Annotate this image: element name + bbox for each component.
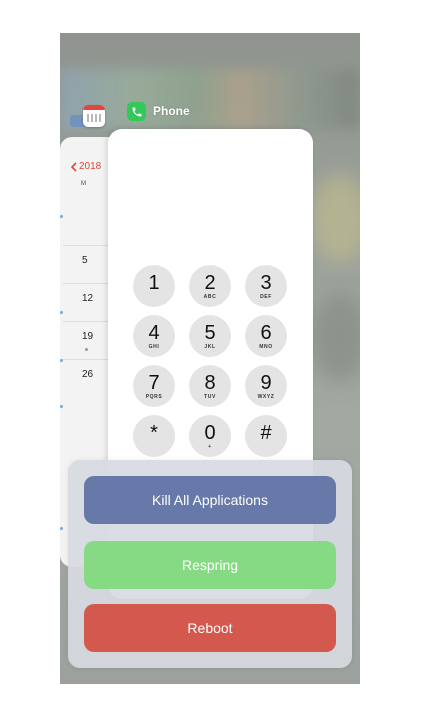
key-letters: + xyxy=(208,443,212,450)
keypad-key-7[interactable]: 7 PQRS xyxy=(133,365,175,407)
key-digit: 0 xyxy=(204,421,216,444)
chevron-left-icon xyxy=(70,161,77,172)
key-letters: MNO xyxy=(259,343,273,350)
key-digit: 6 xyxy=(260,321,272,344)
key-digit: 1 xyxy=(148,271,160,294)
keypad-key-0[interactable]: 0 + xyxy=(189,415,231,457)
keypad-key-star[interactable]: * xyxy=(133,415,175,457)
key-letters: GHI xyxy=(148,343,160,350)
background-blur xyxy=(310,293,360,383)
power-actions-panel: Kill All Applications Respring Reboot xyxy=(68,460,352,668)
calendar-app-icon[interactable] xyxy=(83,105,105,127)
calendar-back-button[interactable]: 2018 xyxy=(70,161,101,172)
kill-all-applications-button[interactable]: Kill All Applications xyxy=(84,476,336,524)
calendar-date: 19 xyxy=(82,331,94,342)
key-letters: TUV xyxy=(204,393,216,400)
key-digit: 4 xyxy=(148,321,160,344)
keypad-key-hash[interactable]: # xyxy=(245,415,287,457)
keypad-key-2[interactable]: 2 ABC xyxy=(189,265,231,307)
phone-app-label: Phone xyxy=(153,104,190,118)
key-letters: PQRS xyxy=(145,393,163,400)
keypad-key-3[interactable]: 3 DEF xyxy=(245,265,287,307)
event-dot xyxy=(60,527,63,530)
key-letters: WXYZ xyxy=(257,393,275,400)
key-digit: 8 xyxy=(204,371,216,394)
key-letters: ABC xyxy=(203,293,217,300)
key-letters: JKL xyxy=(204,343,216,350)
key-digit: 7 xyxy=(148,371,160,394)
keypad-key-6[interactable]: 6 MNO xyxy=(245,315,287,357)
key-letters: DEF xyxy=(260,293,272,300)
respring-button[interactable]: Respring xyxy=(84,541,336,589)
keypad-key-8[interactable]: 8 TUV xyxy=(189,365,231,407)
phone-handset-icon xyxy=(132,107,141,116)
event-dot xyxy=(60,405,63,408)
home-screen-blur xyxy=(60,69,360,129)
phone-app-icon[interactable] xyxy=(127,102,146,121)
keypad-key-1[interactable]: 1 xyxy=(133,265,175,307)
key-digit: 2 xyxy=(204,271,216,294)
key-digit: 5 xyxy=(204,321,216,344)
calendar-year: 2018 xyxy=(79,161,102,172)
reboot-button[interactable]: Reboot xyxy=(84,604,336,652)
keypad-key-9[interactable]: 9 WXYZ xyxy=(245,365,287,407)
calendar-weekday: M xyxy=(81,181,86,187)
background-blur xyxy=(310,173,360,263)
calendar-date: 5 xyxy=(82,255,88,266)
key-digit: 3 xyxy=(260,271,272,294)
event-dot xyxy=(60,215,63,218)
keypad-key-5[interactable]: 5 JKL xyxy=(189,315,231,357)
keypad-key-4[interactable]: 4 GHI xyxy=(133,315,175,357)
event-dot xyxy=(85,348,88,351)
key-digit: # xyxy=(260,421,272,444)
calendar-date: 12 xyxy=(82,293,94,304)
key-digit: 9 xyxy=(260,371,272,394)
calendar-date: 26 xyxy=(82,369,94,380)
key-digit: * xyxy=(150,421,158,444)
